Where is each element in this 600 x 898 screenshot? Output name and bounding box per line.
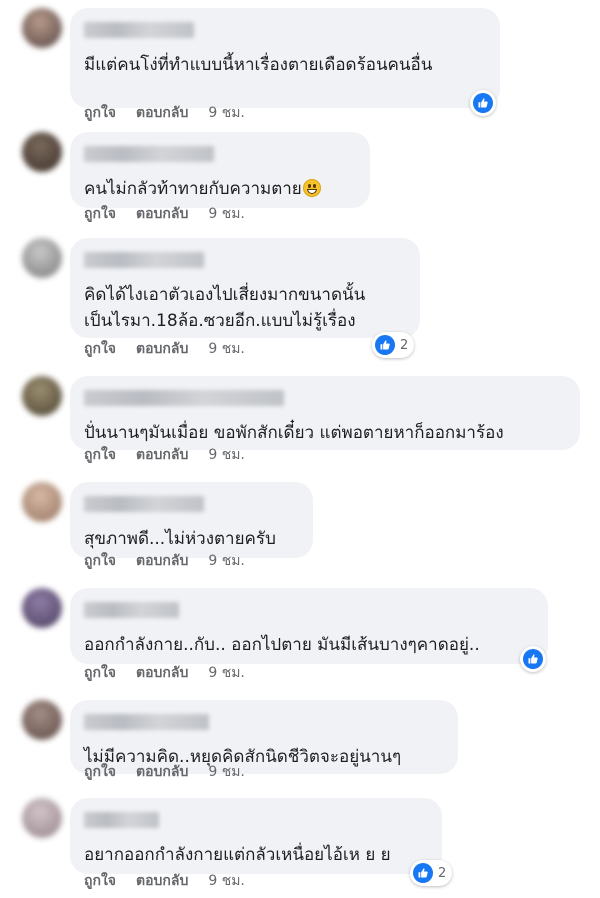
timestamp[interactable]: 9 ชม. <box>208 203 245 225</box>
comment-text-line: ปั่นนานๆมันเมื่อย ขอพักสักเดี๋ยว แต่พอตา… <box>84 420 504 446</box>
like-link[interactable]: ถูกใจ <box>84 662 116 684</box>
avatar[interactable] <box>22 238 62 278</box>
reaction-badge[interactable]: 2 <box>372 332 415 358</box>
comment-bubble: ออกกำลังกาย..กับ.. ออกไปตาย มันมีเส้นบาง… <box>70 588 548 664</box>
timestamp[interactable]: 9 ชม. <box>208 761 245 783</box>
comment-list: มีแต่คนโง่ที่ทำแบบนี้หาเรื่องตายเดือดร้อ… <box>0 0 600 897</box>
comment-actions: ถูกใจ ตอบกลับ 9 ชม. <box>84 662 265 684</box>
comment-text: คิดได้ไงเอาตัวเองไปเสี่ยงมากขนาดนั้นเป็น… <box>84 282 365 334</box>
timestamp[interactable]: 9 ชม. <box>208 444 245 466</box>
comment-bubble: คนไม่กลัวท้าทายกับความตาย <box>70 132 370 208</box>
comment-text-line-content: ออกกำลังกาย..กับ.. ออกไปตาย มันมีเส้นบาง… <box>84 635 480 655</box>
like-icon <box>413 863 433 883</box>
avatar[interactable] <box>22 8 62 48</box>
comment-actions: ถูกใจ ตอบกลับ 9 ชม. <box>84 761 265 783</box>
reaction-count: 2 <box>400 337 409 353</box>
reaction-count: 2 <box>438 865 447 881</box>
comment-item: มีแต่คนโง่ที่ทำแบบนี้หาเรื่องตายเดือดร้อ… <box>0 8 600 130</box>
comment-bubble: อยากออกกำลังกายแต่กลัวเหนื่อยไอ้เห ย ย <box>70 798 442 874</box>
reply-link[interactable]: ตอบกลับ <box>136 550 188 572</box>
comment-item: คิดได้ไงเอาตัวเองไปเสี่ยงมากขนาดนั้นเป็น… <box>0 238 600 366</box>
comment-bubble: คิดได้ไงเอาตัวเองไปเสี่ยงมากขนาดนั้นเป็น… <box>70 238 420 338</box>
comment-text-line: คิดได้ไงเอาตัวเองไปเสี่ยงมากขนาดนั้น <box>84 282 365 308</box>
reply-link[interactable]: ตอบกลับ <box>136 203 188 225</box>
comment-text: อยากออกกำลังกายแต่กลัวเหนื่อยไอ้เห ย ย <box>84 842 391 868</box>
comment-actions: ถูกใจ ตอบกลับ 9 ชม. <box>84 870 265 892</box>
like-icon <box>473 93 493 113</box>
like-icon <box>523 649 543 669</box>
comment-actions: ถูกใจ ตอบกลับ 9 ชม. <box>84 338 265 360</box>
reaction-badge[interactable] <box>520 646 546 672</box>
reaction-badge[interactable]: 2 <box>410 860 453 886</box>
comment-item: สุขภาพดี...ไม่ห่วงตายครับ ถูกใจ ตอบกลับ 9 ช… <box>0 482 600 578</box>
comment-bubble: สุขภาพดี...ไม่ห่วงตายครับ <box>70 482 313 558</box>
avatar[interactable] <box>22 700 62 740</box>
avatar[interactable] <box>22 798 62 838</box>
comment-text-line-content: มีแต่คนโง่ที่ทำแบบนี้หาเรื่องตายเดือดร้อ… <box>84 55 433 75</box>
like-link[interactable]: ถูกใจ <box>84 203 116 225</box>
avatar[interactable] <box>22 132 62 172</box>
comment-item: คนไม่กลัวท้าทายกับความตายถูกใจ ตอบกลับ 9 ช… <box>0 132 600 231</box>
avatar[interactable] <box>22 376 62 416</box>
reply-link[interactable]: ตอบกลับ <box>136 662 188 684</box>
timestamp[interactable]: 9 ชม. <box>208 662 245 684</box>
commenter-name-redacted[interactable] <box>84 390 284 406</box>
commenter-name-redacted[interactable] <box>84 496 204 512</box>
comment-text: ปั่นนานๆมันเมื่อย ขอพักสักเดี๋ยว แต่พอตา… <box>84 420 504 446</box>
like-link[interactable]: ถูกใจ <box>84 761 116 783</box>
like-link[interactable]: ถูกใจ <box>84 550 116 572</box>
avatar[interactable] <box>22 482 62 522</box>
comment-item: ปั่นนานๆมันเมื่อย ขอพักสักเดี๋ยว แต่พอตา… <box>0 376 600 472</box>
like-link[interactable]: ถูกใจ <box>84 102 116 124</box>
comment-actions: ถูกใจ ตอบกลับ 9 ชม. <box>84 203 265 225</box>
commenter-name-redacted[interactable] <box>84 252 204 268</box>
commenter-name-redacted[interactable] <box>84 146 214 162</box>
timestamp[interactable]: 9 ชม. <box>208 870 245 892</box>
reaction-badge[interactable] <box>470 90 496 116</box>
like-link[interactable]: ถูกใจ <box>84 444 116 466</box>
comment-actions: ถูกใจ ตอบกลับ 9 ชม. <box>84 444 265 466</box>
comment-text-line-content: สุขภาพดี...ไม่ห่วงตายครับ <box>84 529 276 549</box>
comment-actions: ถูกใจ ตอบกลับ 9 ชม. <box>84 102 265 124</box>
comment-text-line: อยากออกกำลังกายแต่กลัวเหนื่อยไอ้เห ย ย <box>84 842 391 868</box>
reply-link[interactable]: ตอบกลับ <box>136 761 188 783</box>
like-icon <box>375 335 395 355</box>
comment-bubble: มีแต่คนโง่ที่ทำแบบนี้หาเรื่องตายเดือดร้อ… <box>70 8 500 108</box>
reply-link[interactable]: ตอบกลับ <box>136 444 188 466</box>
comment-item: อยากออกกำลังกายแต่กลัวเหนื่อยไอ้เห ย ย 2 ถ… <box>0 798 600 898</box>
comment-text-line: เป็นไรมา.18ล้อ.ซวยอีก.แบบไม่รู้เรื่อง <box>84 308 365 334</box>
comment-text-line: สุขภาพดี...ไม่ห่วงตายครับ <box>84 526 276 552</box>
comment-text-line-content: คนไม่กลัวท้าทายกับความตาย <box>84 179 302 199</box>
comment-text: คนไม่กลัวท้าทายกับความตาย <box>84 176 321 202</box>
timestamp[interactable]: 9 ชม. <box>208 338 245 360</box>
commenter-name-redacted[interactable] <box>84 22 194 38</box>
comment-text: มีแต่คนโง่ที่ทำแบบนี้หาเรื่องตายเดือดร้อ… <box>84 52 432 78</box>
commenter-name-redacted[interactable] <box>84 812 159 828</box>
reply-link[interactable]: ตอบกลับ <box>136 338 188 360</box>
comment-text: ออกกำลังกาย..กับ.. ออกไปตาย มันมีเส้นบาง… <box>84 632 480 658</box>
comment-item: ออกกำลังกาย..กับ.. ออกไปตาย มันมีเส้นบาง… <box>0 588 600 690</box>
timestamp[interactable]: 9 ชม. <box>208 102 245 124</box>
comment-text: สุขภาพดี...ไม่ห่วงตายครับ <box>84 526 276 552</box>
comment-item: ไม่มีความคิด..หยุดคิดสักนิดชีวิตจะอยู่นา… <box>0 700 600 789</box>
reply-link[interactable]: ตอบกลับ <box>136 870 188 892</box>
avatar[interactable] <box>22 588 62 628</box>
like-link[interactable]: ถูกใจ <box>84 870 116 892</box>
comment-text-line-content: ปั่นนานๆมันเมื่อย ขอพักสักเดี๋ยว แต่พอตา… <box>84 423 504 443</box>
grinning-face-icon <box>302 179 321 197</box>
comment-text-line: คนไม่กลัวท้าทายกับความตาย <box>84 176 321 202</box>
comment-text-line-content: อยากออกกำลังกายแต่กลัวเหนื่อยไอ้เห ย ย <box>84 845 391 865</box>
comment-text-line-content: คิดได้ไงเอาตัวเองไปเสี่ยงมากขนาดนั้น <box>84 285 366 305</box>
comment-text-line: ออกกำลังกาย..กับ.. ออกไปตาย มันมีเส้นบาง… <box>84 632 480 658</box>
like-link[interactable]: ถูกใจ <box>84 338 116 360</box>
comment-text-line-content: เป็นไรมา.18ล้อ.ซวยอีก.แบบไม่รู้เรื่อง <box>84 311 356 331</box>
reply-link[interactable]: ตอบกลับ <box>136 102 188 124</box>
commenter-name-redacted[interactable] <box>84 602 179 618</box>
commenter-name-redacted[interactable] <box>84 714 209 730</box>
timestamp[interactable]: 9 ชม. <box>208 550 245 572</box>
comment-text-line: มีแต่คนโง่ที่ทำแบบนี้หาเรื่องตายเดือดร้อ… <box>84 52 432 78</box>
comment-actions: ถูกใจ ตอบกลับ 9 ชม. <box>84 550 265 572</box>
comment-bubble: ปั่นนานๆมันเมื่อย ขอพักสักเดี๋ยว แต่พอตา… <box>70 376 580 450</box>
